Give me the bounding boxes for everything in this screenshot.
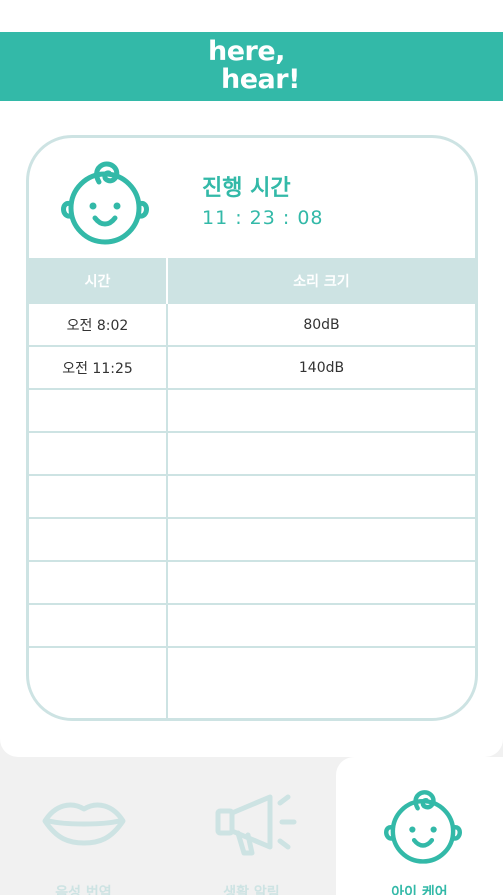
cell-time [29, 648, 168, 718]
app-logo: here, hear! [0, 32, 503, 101]
baby-face-icon [61, 161, 149, 245]
lips-icon [42, 802, 126, 846]
cell-volume [168, 562, 475, 603]
table-row [29, 519, 475, 562]
megaphone-icon [215, 794, 297, 856]
main-panel: here, hear! 진행 시간 11 : 23 : 08 시간 소리 크기 … [0, 0, 503, 757]
table-row [29, 605, 475, 648]
cell-volume [168, 476, 475, 517]
table-header: 시간 소리 크기 [29, 258, 475, 304]
table-row [29, 390, 475, 433]
table-row [29, 562, 475, 605]
table-row: 오전 11:25 140dB [29, 347, 475, 390]
nav-label-care: 아이 케어 [391, 885, 448, 895]
table-row [29, 433, 475, 476]
cell-volume [168, 605, 475, 646]
header-time: 시간 [29, 258, 168, 304]
cell-volume [168, 648, 475, 718]
cell-time [29, 390, 168, 431]
sound-log-table: 시간 소리 크기 오전 8:02 80dB 오전 11:25 140dB [29, 258, 475, 718]
header-volume: 소리 크기 [293, 274, 350, 290]
app-header: here, hear! [0, 32, 503, 101]
cell-time [29, 519, 168, 560]
bottom-nav: 음성 번역 생활 알림 아이 케어 [0, 757, 503, 895]
cell-volume [168, 390, 475, 431]
cell-time: 오전 8:02 [29, 304, 168, 345]
cell-time: 오전 11:25 [29, 347, 168, 388]
cell-time [29, 476, 168, 517]
progress-time: 11 : 23 : 08 [202, 207, 324, 229]
cell-volume: 80dB [303, 316, 340, 333]
progress-title: 진행 시간 [202, 176, 291, 201]
care-card: 진행 시간 11 : 23 : 08 시간 소리 크기 오전 8:02 80dB … [26, 135, 478, 721]
nav-label-alert: 생활 알림 [223, 885, 280, 895]
table-row [29, 476, 475, 519]
nav-child-care[interactable]: 아이 케어 [336, 777, 503, 895]
baby-face-icon [384, 790, 462, 864]
table-row: 오전 8:02 80dB [29, 304, 475, 347]
logo-line2: hear! [221, 64, 300, 95]
nav-life-alert[interactable]: 생활 알림 [168, 777, 335, 895]
cell-volume [168, 519, 475, 560]
cell-time [29, 433, 168, 474]
cell-time [29, 562, 168, 603]
cell-time [29, 605, 168, 646]
logo-line1: here, [208, 36, 285, 67]
cell-volume: 140dB [298, 359, 345, 376]
nav-voice-translate[interactable]: 음성 번역 [0, 777, 167, 895]
cell-volume [168, 433, 475, 474]
nav-label-voice: 음성 번역 [55, 885, 112, 895]
table-row [29, 648, 475, 718]
